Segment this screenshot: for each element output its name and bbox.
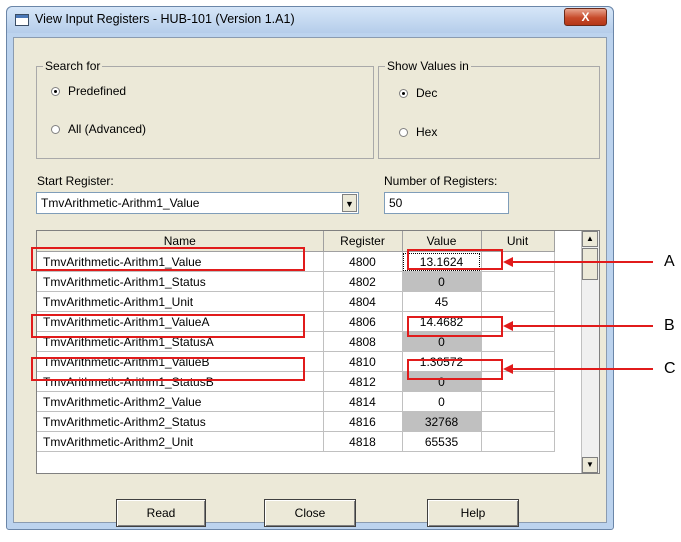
table-header-row: Name Register Value Unit [37, 231, 555, 252]
cell-register[interactable]: 4810 [323, 351, 403, 372]
predefined-radio[interactable]: Predefined [51, 84, 126, 98]
table-row[interactable]: TmvArithmetic-Arithm2_Value 4814 0 [37, 391, 555, 412]
title-bar[interactable]: View Input Registers - HUB-101 (Version … [7, 7, 613, 33]
close-window-button[interactable]: X [564, 8, 607, 26]
callout-arrow-b-line [512, 325, 653, 327]
cell-name[interactable]: TmvArithmetic-Arithm1_ValueB [37, 351, 324, 372]
show-values-label: Show Values in [385, 59, 471, 73]
cell-value[interactable]: 0 [402, 371, 482, 392]
start-register-value: TmvArithmetic-Arithm1_Value [41, 196, 200, 210]
arrow-left-icon [503, 257, 513, 267]
cell-name[interactable]: TmvArithmetic-Arithm1_ValueA [37, 311, 324, 332]
radio-selected-icon [399, 89, 408, 98]
registers-grid: Name Register Value Unit TmvArithmetic-A… [36, 230, 600, 474]
cell-register[interactable]: 4814 [323, 391, 403, 412]
callout-label-b: B [664, 317, 675, 334]
dec-radio-label: Dec [416, 86, 438, 100]
cell-value[interactable]: 1.30572 [402, 351, 482, 372]
scroll-down-arrow-icon[interactable]: ▼ [582, 457, 598, 473]
read-button[interactable]: Read [116, 499, 206, 527]
help-button[interactable]: Help [427, 499, 519, 527]
cell-register[interactable]: 4818 [323, 431, 403, 452]
start-register-label: Start Register: [37, 174, 114, 188]
cell-value[interactable]: 13.1624 [402, 251, 482, 272]
window-icon [15, 14, 29, 26]
window-title: View Input Registers - HUB-101 (Version … [35, 12, 295, 26]
all-advanced-radio-label: All (Advanced) [68, 122, 147, 136]
all-advanced-radio[interactable]: All (Advanced) [51, 122, 146, 136]
callout-label-a: A [664, 253, 675, 270]
cell-unit[interactable] [481, 391, 555, 412]
start-register-dropdown[interactable]: TmvArithmetic-Arithm1_Value ▼ [36, 192, 359, 214]
hex-radio-label: Hex [416, 125, 438, 139]
close-button[interactable]: Close [264, 499, 356, 527]
cell-value[interactable]: 32768 [402, 411, 482, 432]
table-row[interactable]: TmvArithmetic-Arithm1_StatusA 4808 0 [37, 331, 555, 352]
cell-name[interactable]: TmvArithmetic-Arithm1_StatusA [37, 331, 324, 352]
table-row[interactable]: TmvArithmetic-Arithm1_Value 4800 13.1624 [37, 251, 555, 272]
cell-value[interactable]: 65535 [402, 431, 482, 452]
callout-arrow-c-line [512, 368, 653, 370]
show-values-group: Show Values in Dec Hex [378, 59, 600, 159]
dialog-client-area: Search for Predefined All (Advanced) Sho… [13, 37, 607, 527]
cell-unit[interactable] [481, 291, 555, 312]
table-row[interactable]: TmvArithmetic-Arithm1_StatusB 4812 0 [37, 371, 555, 392]
table-row[interactable]: TmvArithmetic-Arithm1_Unit 4804 45 [37, 291, 555, 312]
cell-name[interactable]: TmvArithmetic-Arithm1_Value [37, 251, 324, 272]
hex-radio[interactable]: Hex [399, 125, 437, 139]
cell-value[interactable]: 0 [402, 271, 482, 292]
cell-name[interactable]: TmvArithmetic-Arithm1_StatusB [37, 371, 324, 392]
radio-unselected-icon [399, 128, 408, 137]
column-header-value[interactable]: Value [402, 231, 482, 252]
cell-value[interactable]: 45 [402, 291, 482, 312]
cell-name[interactable]: TmvArithmetic-Arithm2_Status [37, 411, 324, 432]
search-for-label: Search for [43, 59, 103, 73]
cell-value[interactable]: 14.4682 [402, 311, 482, 332]
dialog-window: View Input Registers - HUB-101 (Version … [6, 6, 614, 530]
cell-register[interactable]: 4816 [323, 411, 403, 432]
dec-radio[interactable]: Dec [399, 86, 437, 100]
table-row[interactable]: TmvArithmetic-Arithm1_ValueB 4810 1.30572 [37, 351, 555, 372]
number-of-registers-label: Number of Registers: [384, 174, 498, 188]
cell-unit[interactable] [481, 271, 555, 292]
cell-register[interactable]: 4812 [323, 371, 403, 392]
column-header-unit[interactable]: Unit [481, 231, 555, 252]
cell-name[interactable]: TmvArithmetic-Arithm1_Unit [37, 291, 324, 312]
cell-unit[interactable] [481, 331, 555, 352]
number-of-registers-input[interactable]: 50 [384, 192, 509, 214]
cell-unit[interactable] [481, 311, 555, 332]
registers-table: Name Register Value Unit TmvArithmetic-A… [37, 231, 555, 452]
vertical-scrollbar[interactable]: ▲ ▼ [581, 231, 599, 473]
cell-name[interactable]: TmvArithmetic-Arithm2_Unit [37, 431, 324, 452]
cell-name[interactable]: TmvArithmetic-Arithm2_Value [37, 391, 324, 412]
radio-selected-icon [51, 87, 60, 96]
cell-unit[interactable] [481, 411, 555, 432]
cell-register[interactable]: 4808 [323, 331, 403, 352]
cell-unit[interactable] [481, 431, 555, 452]
callout-arrow-a-line [512, 261, 653, 263]
cell-register[interactable]: 4800 [323, 251, 403, 272]
arrow-left-icon [503, 321, 513, 331]
scroll-up-arrow-icon[interactable]: ▲ [582, 231, 598, 247]
cell-name[interactable]: TmvArithmetic-Arithm1_Status [37, 271, 324, 292]
table-row[interactable]: TmvArithmetic-Arithm2_Status 4816 32768 [37, 411, 555, 432]
arrow-left-icon [503, 364, 513, 374]
column-header-name[interactable]: Name [37, 231, 324, 252]
scrollbar-thumb[interactable] [582, 248, 598, 280]
radio-unselected-icon [51, 125, 60, 134]
table-row[interactable]: TmvArithmetic-Arithm2_Unit 4818 65535 [37, 431, 555, 452]
chevron-down-icon[interactable]: ▼ [342, 194, 357, 212]
cell-value[interactable]: 0 [402, 391, 482, 412]
callout-label-c: C [664, 360, 676, 377]
table-row[interactable]: TmvArithmetic-Arithm1_ValueA 4806 14.4682 [37, 311, 555, 332]
column-header-register[interactable]: Register [323, 231, 403, 252]
cell-register[interactable]: 4806 [323, 311, 403, 332]
cell-value[interactable]: 0 [402, 331, 482, 352]
search-for-group: Search for Predefined All (Advanced) [36, 59, 374, 159]
predefined-radio-label: Predefined [68, 84, 127, 98]
cell-unit[interactable] [481, 371, 555, 392]
cell-register[interactable]: 4804 [323, 291, 403, 312]
table-row[interactable]: TmvArithmetic-Arithm1_Status 4802 0 [37, 271, 555, 292]
cell-register[interactable]: 4802 [323, 271, 403, 292]
